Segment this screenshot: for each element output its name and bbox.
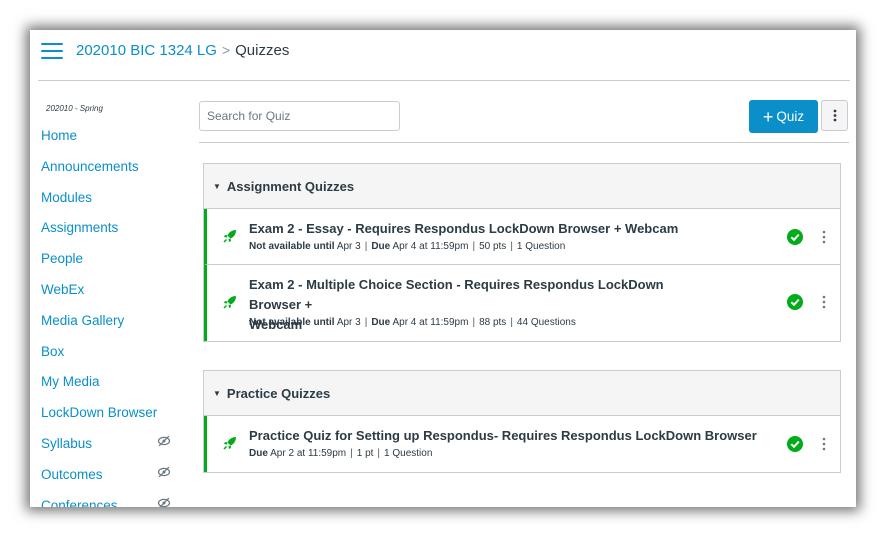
nav-item-home[interactable]: Home	[41, 128, 171, 159]
breadcrumb: 202010 BIC 1324 LG > Quizzes	[76, 42, 289, 59]
points: 88 pts	[479, 317, 507, 328]
nav-item-webex[interactable]: WebEx	[41, 282, 171, 313]
quiz-meta: Not available until Apr 3 | Due Apr 4 at 1…	[249, 317, 576, 328]
nav-item-label: Outcomes	[41, 466, 103, 482]
hamburger-icon[interactable]	[41, 43, 63, 60]
question-count: 1 Question	[516, 241, 566, 252]
points: 1 pt	[356, 448, 374, 459]
plus-icon: +	[762, 106, 774, 127]
kebab-icon[interactable]	[821, 437, 827, 451]
quiz-group-practice: ▼ Practice Quizzes Practice Quiz for Set…	[203, 370, 841, 473]
course-nav: Home Announcements Modules Assignments P…	[41, 128, 171, 507]
nav-item-modules[interactable]: Modules	[41, 190, 171, 221]
nav-item-label: Media Gallery	[41, 312, 125, 328]
due-label: Due	[249, 448, 268, 459]
nav-item-label: Box	[41, 343, 65, 359]
availability-label: Not available until	[249, 317, 335, 328]
quiz-title-link[interactable]: Exam 2 - Essay - Requires Respondus Lock…	[249, 219, 719, 239]
eye-slash-icon	[157, 466, 171, 478]
nav-item-outcomes[interactable]: Outcomes	[41, 466, 171, 498]
group-title: Practice Quizzes	[226, 385, 331, 401]
rocket-icon	[223, 296, 236, 309]
nav-item-label: Assignments	[41, 220, 119, 236]
quiz-title-line: Exam 2 - Multiple Choice Section - Requi…	[249, 277, 664, 312]
kebab-icon[interactable]	[821, 230, 827, 244]
nav-item-syllabus[interactable]: Syllabus	[41, 435, 171, 467]
nav-item-box[interactable]: Box	[41, 344, 171, 375]
nav-item-label: Home	[41, 128, 78, 143]
due-date: Apr 2 at 11:59pm	[270, 448, 347, 459]
check-circle-icon[interactable]	[787, 294, 803, 310]
check-circle-icon[interactable]	[787, 436, 803, 452]
quiz-meta: Not available until Apr 3 | Due Apr 4 at 1…	[249, 241, 566, 252]
kebab-icon	[833, 109, 836, 122]
quiz-title-line: Practice Quiz for Setting up Respondus- …	[249, 428, 757, 443]
nav-item-lockdown-browser[interactable]: LockDown Browser	[41, 405, 171, 436]
nav-item-label: Syllabus	[41, 435, 93, 451]
question-count: 1 Question	[384, 448, 433, 459]
breadcrumb-separator: >	[221, 42, 231, 58]
nav-item-label: Announcements	[41, 158, 139, 174]
nav-item-label: My Media	[41, 374, 100, 390]
quiz-title-link[interactable]: Practice Quiz for Setting up Respondus- …	[249, 426, 769, 446]
add-quiz-label: Quiz	[776, 109, 805, 124]
points: 50 pts	[479, 241, 507, 252]
add-quiz-button[interactable]: + Quiz	[749, 100, 818, 133]
nav-item-label: Conferences	[41, 497, 118, 507]
nav-item-media-gallery[interactable]: Media Gallery	[41, 313, 171, 344]
quiz-row: Practice Quiz for Setting up Respondus- …	[204, 416, 840, 472]
availability-date: Apr 3	[336, 317, 361, 328]
top-bar: 202010 BIC 1324 LG > Quizzes	[38, 30, 850, 81]
quiz-meta: Due Apr 2 at 11:59pm | 1 pt | 1 Question	[249, 448, 433, 459]
caret-down-icon: ▼	[213, 388, 221, 398]
due-date: Apr 4 at 11:59pm	[392, 317, 469, 328]
nav-item-people[interactable]: People	[41, 251, 171, 282]
breadcrumb-current: Quizzes	[235, 42, 290, 59]
nav-item-announcements[interactable]: Announcements	[41, 159, 171, 190]
nav-item-label: Modules	[41, 189, 93, 205]
quiz-group-assignment: ▼ Assignment Quizzes Exam 2 - Essay - Re…	[203, 163, 841, 342]
quiz-options-button[interactable]	[821, 100, 848, 131]
nav-item-label: WebEx	[41, 281, 85, 297]
group-header[interactable]: ▼ Practice Quizzes	[204, 371, 840, 416]
due-label: Due	[371, 241, 391, 252]
availability-label: Not available until	[249, 241, 335, 252]
app-window: 202010 BIC 1324 LG > Quizzes 202010 - Spri…	[30, 30, 856, 507]
due-label: Due	[371, 317, 391, 328]
nav-item-assignments[interactable]: Assignments	[41, 220, 171, 251]
caret-down-icon: ▼	[213, 181, 221, 191]
nav-item-label: LockDown Browser	[41, 405, 158, 421]
rocket-icon	[223, 437, 236, 450]
eye-slash-icon	[157, 435, 171, 447]
rocket-icon	[223, 230, 236, 243]
group-header[interactable]: ▼ Assignment Quizzes	[204, 164, 840, 209]
quiz-row: Exam 2 - Essay - Requires Respondus Lock…	[204, 209, 840, 265]
availability-date: Apr 3	[336, 241, 361, 252]
question-count: 44 Questions	[516, 317, 576, 328]
term-label: 202010 - Spring	[46, 104, 103, 113]
group-title: Assignment Quizzes	[226, 178, 355, 194]
breadcrumb-course-link[interactable]: 202010 BIC 1324 LG	[76, 42, 217, 59]
toolbar-divider	[199, 142, 849, 143]
search-input[interactable]	[199, 101, 400, 131]
eye-slash-icon	[157, 497, 171, 507]
due-date: Apr 4 at 11:59pm	[392, 241, 469, 252]
nav-item-conferences[interactable]: Conferences	[41, 497, 171, 507]
quiz-row: Exam 2 - Multiple Choice Section - Requi…	[204, 265, 840, 341]
check-circle-icon[interactable]	[787, 229, 803, 245]
quiz-title-line: Exam 2 - Essay - Requires Respondus Lock…	[249, 221, 679, 236]
nav-item-my-media[interactable]: My Media	[41, 374, 171, 405]
nav-item-label: People	[41, 251, 84, 267]
kebab-icon[interactable]	[821, 295, 827, 309]
